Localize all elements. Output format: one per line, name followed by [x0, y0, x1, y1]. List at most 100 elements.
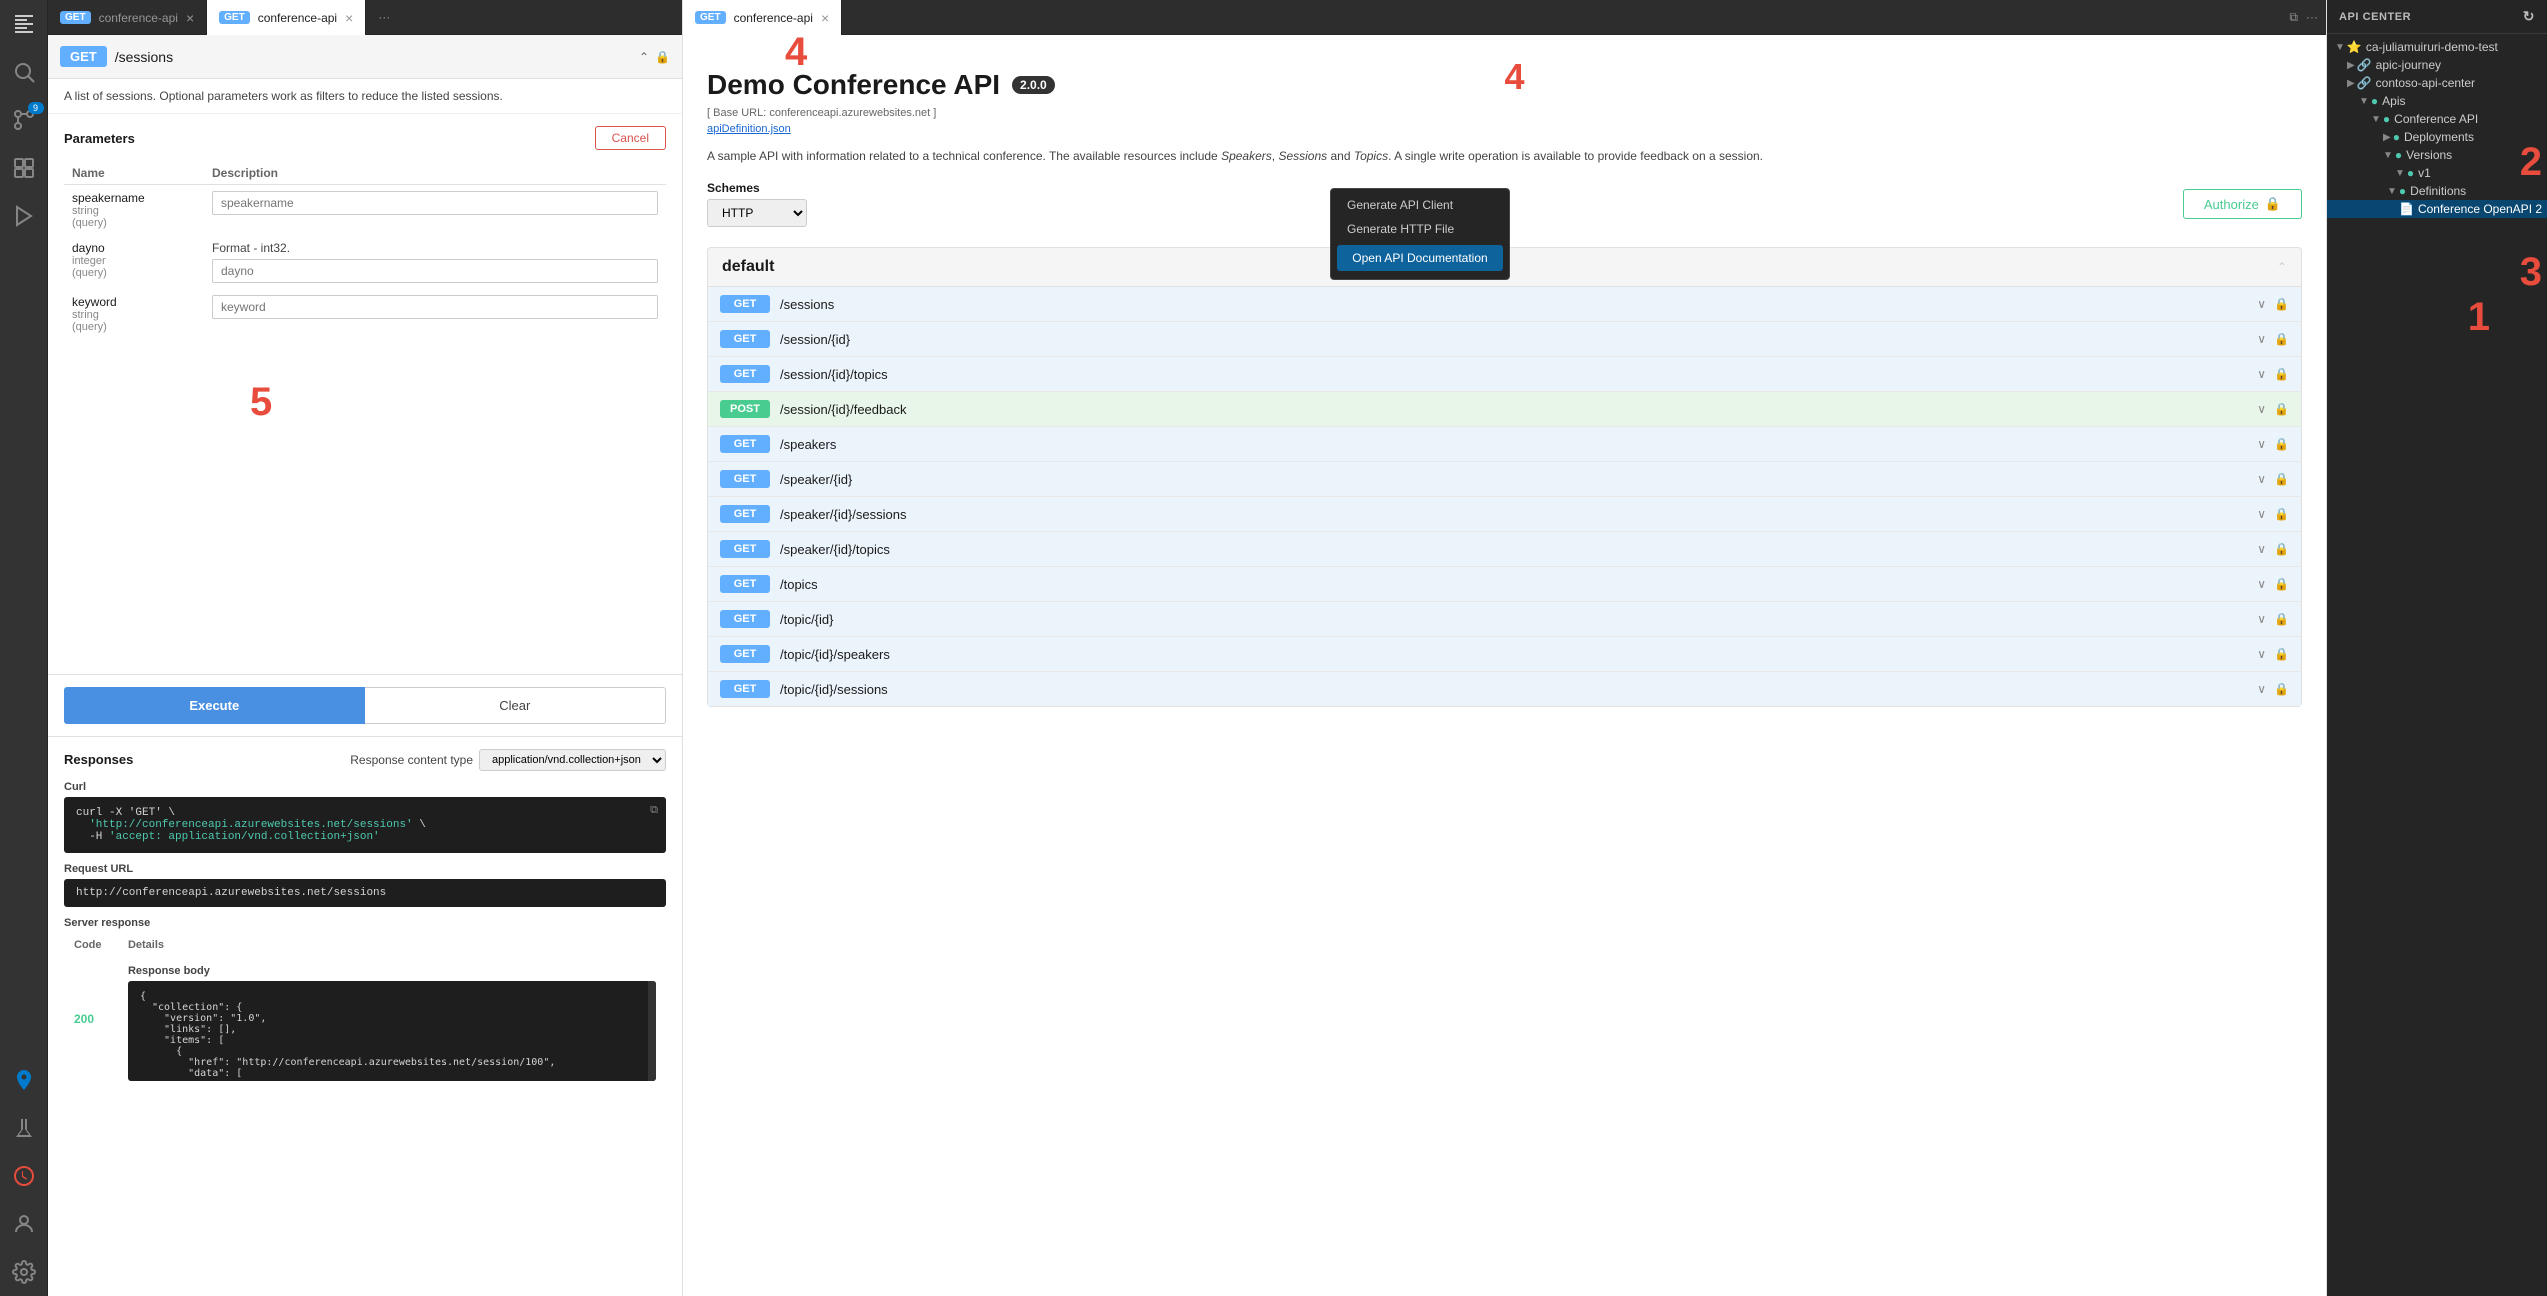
tree-item-v1[interactable]: ▼ ● v1 [2327, 164, 2547, 182]
collapse-default-icon[interactable]: ⌃ [2277, 260, 2287, 274]
copy-icon[interactable]: ⧉ [650, 805, 658, 817]
center-tab-close[interactable]: × [821, 11, 829, 25]
testing-icon[interactable] [0, 1104, 48, 1152]
chevron-icon[interactable]: ∨ [2257, 507, 2266, 521]
endpoint-row[interactable]: GET /topic/{id}/sessions ∨🔒 [708, 672, 2301, 706]
param-format-dayno: Format - int32. [212, 241, 658, 255]
collapse-icon[interactable]: ⌃ [639, 50, 649, 64]
endpoint-row[interactable]: GET /speaker/{id}/topics ∨🔒 [708, 532, 2301, 567]
chevron-icon[interactable]: ∨ [2257, 612, 2266, 626]
response-scroll[interactable] [648, 981, 656, 1081]
ep-path: /topics [780, 577, 2257, 592]
ep-icons: ∨🔒 [2257, 577, 2289, 591]
endpoint-row[interactable]: GET /topics ∨🔒 [708, 567, 2301, 602]
run-icon[interactable] [0, 192, 48, 240]
remote-icon[interactable] [0, 1152, 48, 1200]
settings-icon[interactable] [0, 1248, 48, 1296]
responses-header: Responses Response content type applicat… [64, 749, 666, 771]
endpoint-row[interactable]: GET /topic/{id} ∨🔒 [708, 602, 2301, 637]
tree-label: contoso-api-center [2376, 76, 2475, 90]
endpoint-path: /sessions [115, 49, 631, 65]
tree-item-ca-juliamuiruri[interactable]: ▼ ⭐ ca-juliamuiruri-demo-test [2327, 38, 2547, 56]
responses-section: Responses Response content type applicat… [48, 736, 682, 1296]
chevron-down: ▼ [2395, 168, 2405, 179]
chevron-icon[interactable]: ∨ [2257, 472, 2266, 486]
tree-item-apic-journey[interactable]: ▶ 🔗 apic-journey [2327, 56, 2547, 74]
center-tab[interactable]: GET conference-api × [683, 0, 842, 35]
api-definition-link[interactable]: apiDefinition.json [707, 123, 2302, 135]
tree-item-conference-openapi2[interactable]: 📄 Conference OpenAPI 2 [2327, 200, 2547, 218]
more-icon[interactable]: ··· [2306, 10, 2318, 24]
tree-item-conference-api[interactable]: ▼ ● Conference API [2327, 110, 2547, 128]
params-header: Parameters Cancel [64, 126, 666, 150]
center-tab-label: conference-api [734, 11, 813, 25]
ep-icons: ∨🔒 [2257, 612, 2289, 626]
ep-path: /sessions [780, 297, 2257, 312]
response-code: 200 [66, 955, 118, 1083]
chevron-icon[interactable]: ∨ [2257, 437, 2266, 451]
main-container: GET conference-api × GET conference-api … [48, 0, 2547, 1296]
endpoint-row[interactable]: GET /sessions ∨🔒 [708, 287, 2301, 322]
content-type-select[interactable]: application/vnd.collection+json [479, 749, 666, 771]
scheme-select[interactable]: HTTP [707, 199, 807, 227]
endpoint-row[interactable]: GET /topic/{id}/speakers ∨🔒 [708, 637, 2301, 672]
tab-conference-api-1[interactable]: GET conference-api × [48, 0, 207, 35]
details-header: Details [120, 937, 664, 953]
tree-item-definitions[interactable]: ▼ ● Definitions [2327, 182, 2547, 200]
chevron-icon[interactable]: ∨ [2257, 402, 2266, 416]
endpoint-row[interactable]: GET /session/{id}/topics ∨🔒 [708, 357, 2301, 392]
chevron-icon[interactable]: ∨ [2257, 682, 2266, 696]
endpoint-row[interactable]: GET /session/{id} ∨🔒 [708, 322, 2301, 357]
clear-button[interactable]: Clear [365, 687, 667, 724]
ep-icons: ∨🔒 [2257, 332, 2289, 346]
tab-more-button[interactable]: ··· [370, 0, 398, 34]
tree-label: v1 [2418, 166, 2431, 180]
tree-item-contoso[interactable]: ▶ 🔗 contoso-api-center [2327, 74, 2547, 92]
tab-method-badge-1: GET [60, 11, 91, 24]
accounts-icon[interactable] [0, 1200, 48, 1248]
chevron-icon[interactable]: ∨ [2257, 542, 2266, 556]
endpoint-row[interactable]: GET /speaker/{id}/sessions ∨🔒 [708, 497, 2301, 532]
refresh-icon[interactable]: ↻ [2523, 8, 2535, 25]
endpoint-row[interactable]: GET /speakers ∨🔒 [708, 427, 2301, 462]
tab-close-1[interactable]: × [186, 11, 194, 25]
chevron-icon[interactable]: ∨ [2257, 297, 2266, 311]
api-description: A sample API with information related to… [707, 147, 2302, 165]
tab-bar: GET conference-api × GET conference-api … [48, 0, 682, 35]
chevron-down: ▼ [2335, 42, 2345, 53]
endpoint-row[interactable]: POST /session/{id}/feedback ∨🔒 [708, 392, 2301, 427]
tree-item-apis[interactable]: ▼ ● Apis [2327, 92, 2547, 110]
chevron-icon[interactable]: ∨ [2257, 577, 2266, 591]
extensions-icon[interactable] [0, 144, 48, 192]
center-tab-more[interactable]: ⧉ ··· [2281, 0, 2326, 34]
endpoint-description: A list of sessions. Optional parameters … [48, 79, 682, 114]
endpoint-row[interactable]: GET /speaker/{id} ∨🔒 [708, 462, 2301, 497]
tab-close-2[interactable]: × [345, 11, 353, 25]
ep-icons: ∨🔒 [2257, 367, 2289, 381]
chevron-icon[interactable]: ∨ [2257, 332, 2266, 346]
lock-icon: 🔒 [2265, 196, 2281, 212]
response-body-label: Response body [128, 965, 656, 977]
doc-icon: 📄 [2399, 202, 2414, 216]
execute-button[interactable]: Execute [64, 687, 365, 724]
authorize-button[interactable]: Authorize 🔒 [2183, 189, 2302, 219]
dayno-input[interactable] [212, 259, 658, 283]
tree-item-deployments[interactable]: ▶ ● Deployments [2327, 128, 2547, 146]
chevron-icon[interactable]: ∨ [2257, 367, 2266, 381]
explorer-icon[interactable] [0, 0, 48, 48]
search-icon[interactable] [0, 48, 48, 96]
split-icon[interactable]: ⧉ [2289, 10, 2298, 25]
speakername-input[interactable] [212, 191, 658, 215]
ep-path: /topic/{id}/sessions [780, 682, 2257, 697]
ep-method: GET [720, 470, 770, 488]
keyword-input[interactable] [212, 295, 658, 319]
param-name-dayno: dayno integer (query) [64, 235, 204, 289]
cancel-button[interactable]: Cancel [595, 126, 666, 150]
api-center-icon[interactable] [0, 1056, 48, 1104]
tab-conference-api-2[interactable]: GET conference-api × [207, 0, 366, 35]
ep-icons: ∨🔒 [2257, 507, 2289, 521]
link-icon: 🔗 [2357, 58, 2372, 72]
chevron-icon[interactable]: ∨ [2257, 647, 2266, 661]
tree-item-versions[interactable]: ▼ ● Versions [2327, 146, 2547, 164]
source-control-icon[interactable]: 9 [0, 96, 48, 144]
